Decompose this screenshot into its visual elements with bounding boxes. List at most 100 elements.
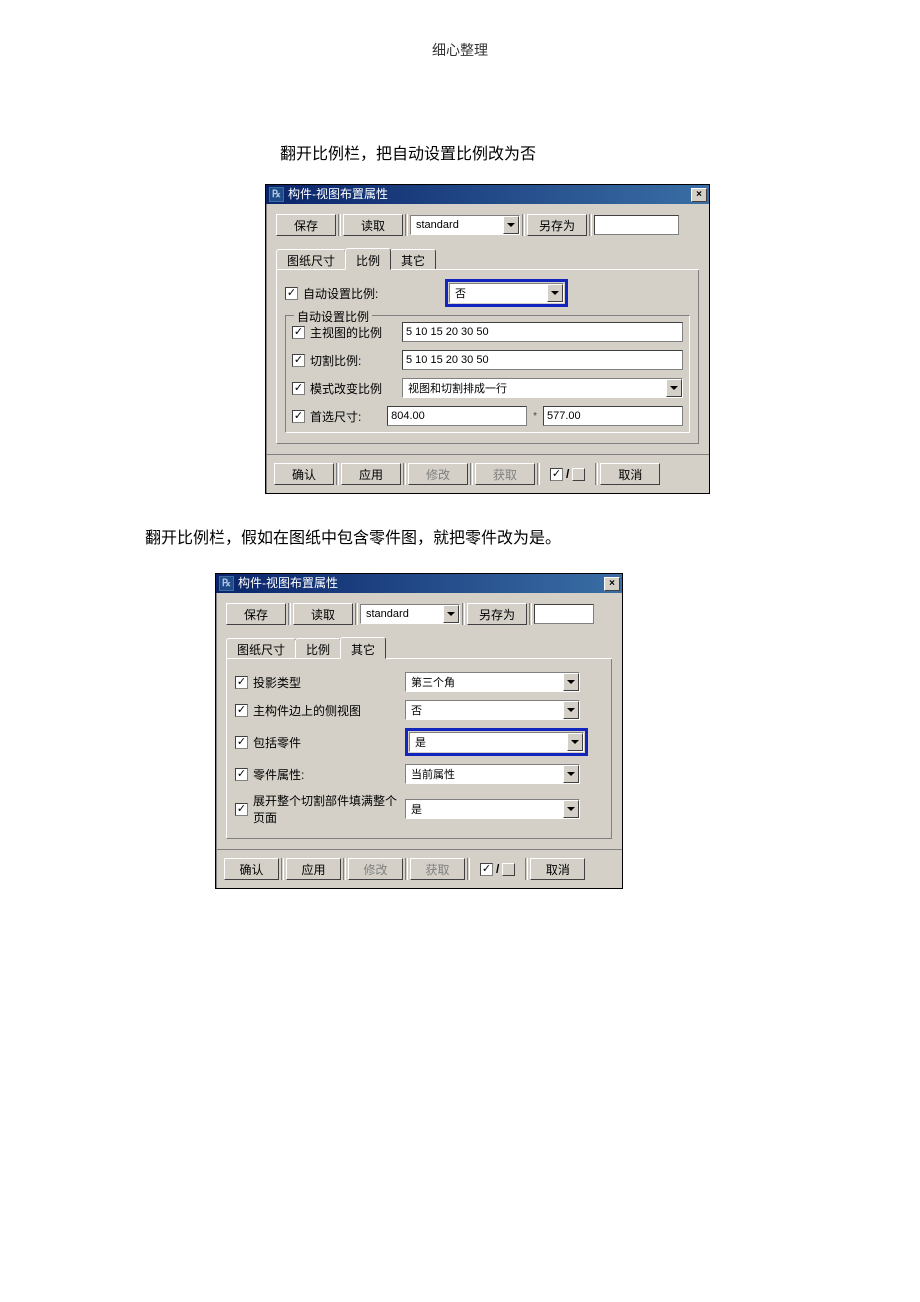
load-button[interactable]: 读取 xyxy=(343,214,403,236)
page-header: 细心整理 xyxy=(0,40,920,60)
side-view-combo[interactable]: 否 xyxy=(405,700,580,720)
asterisk: * xyxy=(527,411,543,422)
saveas-input[interactable] xyxy=(594,215,679,235)
checkbox-include-parts[interactable]: ✓ xyxy=(235,736,248,749)
instruction-text-1: 翻开比例栏，把自动设置比例改为否 xyxy=(280,140,920,164)
get-button[interactable]: 获取 xyxy=(410,858,465,880)
checkbox-cut-scale[interactable]: ✓ xyxy=(292,354,305,367)
get-button[interactable]: 获取 xyxy=(475,463,535,485)
main-view-input[interactable] xyxy=(402,322,683,342)
save-button[interactable]: 保存 xyxy=(226,603,286,625)
checkbox-expand-cut[interactable]: ✓ xyxy=(235,803,248,816)
toggle-on-icon: ✓ xyxy=(550,468,563,481)
load-button[interactable]: 读取 xyxy=(293,603,353,625)
checkbox-proj-type[interactable]: ✓ xyxy=(235,676,248,689)
proj-type-combo[interactable]: 第三个角 xyxy=(405,672,580,692)
groupbox-auto-scale: 自动设置比例 ✓ 主视图的比例 ✓ 切割比例: xyxy=(285,315,690,433)
part-attr-combo[interactable]: 当前属性 xyxy=(405,764,580,784)
highlight-auto-scale: 否 xyxy=(445,279,568,307)
cancel-button[interactable]: 取消 xyxy=(530,858,585,880)
tab-bar: 图纸尺寸 比例 其它 xyxy=(226,637,612,659)
chevron-down-icon[interactable] xyxy=(563,800,579,818)
mode-change-value: 视图和切割排成一行 xyxy=(406,380,666,396)
app-icon: ℞ xyxy=(269,187,284,202)
separator xyxy=(343,858,346,880)
titlebar: ℞ 构件-视图布置属性 × xyxy=(216,574,622,593)
chevron-down-icon[interactable] xyxy=(547,284,563,302)
auto-scale-label: 自动设置比例: xyxy=(303,285,378,302)
apply-button[interactable]: 应用 xyxy=(341,463,401,485)
separator xyxy=(403,463,406,485)
auto-scale-combo[interactable]: 否 xyxy=(449,283,564,303)
groupbox-label: 自动设置比例 xyxy=(294,308,372,325)
highlight-include-parts: 是 xyxy=(405,728,588,756)
cut-scale-input[interactable] xyxy=(402,350,683,370)
checkbox-main-view[interactable]: ✓ xyxy=(292,326,305,339)
chevron-down-icon[interactable] xyxy=(503,216,519,234)
saveas-button[interactable]: 另存为 xyxy=(467,603,527,625)
chevron-down-icon[interactable] xyxy=(563,765,579,783)
app-icon: ℞ xyxy=(219,576,234,591)
separator xyxy=(467,858,470,880)
include-parts-value: 是 xyxy=(413,734,567,750)
modify-button[interactable]: 修改 xyxy=(408,463,468,485)
separator xyxy=(405,214,408,236)
tab-other[interactable]: 其它 xyxy=(390,249,436,269)
pref-size-label: 首选尺寸: xyxy=(310,408,361,425)
tab-paper-size[interactable]: 图纸尺寸 xyxy=(276,249,346,269)
tab-other[interactable]: 其它 xyxy=(340,637,386,659)
preset-combo[interactable]: standard xyxy=(360,604,460,624)
slash-icon: / xyxy=(566,467,569,481)
separator xyxy=(288,603,291,625)
saveas-button[interactable]: 另存为 xyxy=(527,214,587,236)
toggle-box[interactable]: ✓ / xyxy=(542,467,593,481)
slash-icon: / xyxy=(496,862,499,876)
saveas-input[interactable] xyxy=(534,604,594,624)
tab-panel-other: ✓ 投影类型 第三个角 ✓ 主构件边上的侧视图 否 xyxy=(226,658,612,839)
close-icon[interactable]: × xyxy=(604,577,620,591)
chevron-down-icon[interactable] xyxy=(666,379,682,397)
checkbox-pref-size[interactable]: ✓ xyxy=(292,410,305,423)
separator xyxy=(595,463,598,485)
instruction-text-2: 翻开比例栏，假如在图纸中包含零件图，就把零件改为是。 xyxy=(145,524,920,548)
dialog-footer: 确认 应用 修改 获取 ✓ / 取消 xyxy=(216,849,622,888)
chevron-down-icon[interactable] xyxy=(563,701,579,719)
tab-scale[interactable]: 比例 xyxy=(345,248,391,270)
toggle-on-icon: ✓ xyxy=(480,863,493,876)
close-icon[interactable]: × xyxy=(691,188,707,202)
chevron-down-icon[interactable] xyxy=(443,605,459,623)
tab-panel-scale: ✓ 自动设置比例: 否 自动设置比例 ✓ xyxy=(276,269,699,444)
expand-cut-combo[interactable]: 是 xyxy=(405,799,580,819)
separator xyxy=(537,463,540,485)
dialog-title: 构件-视图布置属性 xyxy=(288,185,691,204)
checkbox-part-attr[interactable]: ✓ xyxy=(235,768,248,781)
part-attr-label: 零件属性: xyxy=(253,766,304,783)
chevron-down-icon[interactable] xyxy=(563,673,579,691)
modify-button[interactable]: 修改 xyxy=(348,858,403,880)
mode-change-combo[interactable]: 视图和切割排成一行 xyxy=(402,378,683,398)
ok-button[interactable]: 确认 xyxy=(224,858,279,880)
checkbox-side-view[interactable]: ✓ xyxy=(235,704,248,717)
save-button[interactable]: 保存 xyxy=(276,214,336,236)
tab-paper-size[interactable]: 图纸尺寸 xyxy=(226,638,296,658)
tab-scale[interactable]: 比例 xyxy=(295,638,341,658)
part-attr-value: 当前属性 xyxy=(409,766,563,782)
pref-size-w-input[interactable] xyxy=(387,406,527,426)
toggle-off-icon xyxy=(572,468,585,481)
separator xyxy=(281,858,284,880)
proj-type-value: 第三个角 xyxy=(409,674,563,690)
ok-button[interactable]: 确认 xyxy=(274,463,334,485)
include-parts-label: 包括零件 xyxy=(253,734,301,751)
cancel-button[interactable]: 取消 xyxy=(600,463,660,485)
mode-change-label: 模式改变比例 xyxy=(310,380,382,397)
checkbox-auto-scale[interactable]: ✓ xyxy=(285,287,298,300)
apply-button[interactable]: 应用 xyxy=(286,858,341,880)
pref-size-h-input[interactable] xyxy=(543,406,683,426)
preset-combo[interactable]: standard xyxy=(410,215,520,235)
dialog-properties-scale: ℞ 构件-视图布置属性 × 保存 读取 standard 另存为 图纸尺寸 xyxy=(265,184,710,494)
toggle-box[interactable]: ✓ / xyxy=(472,862,523,876)
include-parts-combo[interactable]: 是 xyxy=(409,732,584,752)
chevron-down-icon[interactable] xyxy=(567,733,583,751)
checkbox-mode-change[interactable]: ✓ xyxy=(292,382,305,395)
cut-scale-label: 切割比例: xyxy=(310,352,361,369)
